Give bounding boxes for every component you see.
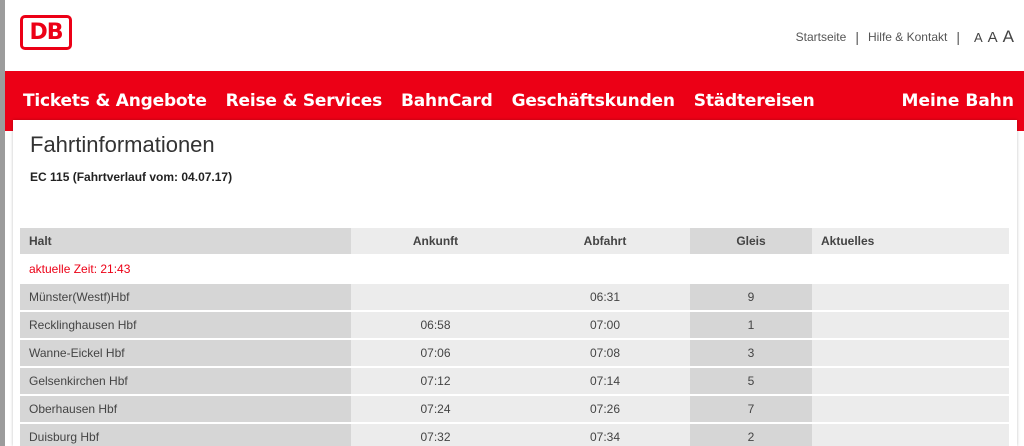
current-info: [812, 312, 1009, 338]
db-logo-text: DB: [29, 20, 63, 45]
column-header-abfahrt: Abfahrt: [520, 228, 690, 254]
nav-meine-bahn[interactable]: Meine Bahn: [902, 91, 1014, 111]
content-panel: Fahrtinformationen EC 115 (Fahrtverlauf …: [13, 120, 1017, 446]
table-header: Halt Ankunft Abfahrt Gleis Aktuelles: [20, 228, 1009, 254]
platform: 2: [690, 424, 812, 446]
station-name: Duisburg Hbf: [20, 424, 351, 446]
current-info: [812, 396, 1009, 422]
arrival-time: 07:24: [351, 396, 520, 422]
current-info: [812, 424, 1009, 446]
column-header-gleis: Gleis: [690, 228, 812, 254]
current-info: [812, 284, 1009, 310]
station-name: Oberhausen Hbf: [20, 396, 351, 422]
arrival-time: 06:58: [351, 312, 520, 338]
nav-reise-services[interactable]: Reise & Services: [226, 91, 383, 111]
column-header-halt: Halt: [20, 228, 351, 254]
nav-geschaeftskunden[interactable]: Geschäftskunden: [512, 91, 675, 111]
font-size-small-button[interactable]: A: [974, 30, 983, 45]
link-startseite[interactable]: Startseite: [796, 30, 847, 44]
nav-bahncard[interactable]: BahnCard: [401, 91, 493, 111]
nav-tickets-angebote[interactable]: Tickets & Angebote: [23, 91, 207, 111]
station-name: Münster(Westf)Hbf: [20, 284, 351, 310]
station-name: Wanne-Eickel Hbf: [20, 340, 351, 366]
current-info: [812, 340, 1009, 366]
column-header-aktuelles: Aktuelles: [812, 228, 1009, 254]
station-name: Recklinghausen Hbf: [20, 312, 351, 338]
platform: 7: [690, 396, 812, 422]
arrival-time: 07:32: [351, 424, 520, 446]
departure-time: 06:31: [520, 284, 690, 310]
platform: 1: [690, 312, 812, 338]
column-header-ankunft: Ankunft: [351, 228, 520, 254]
divider: |: [855, 29, 859, 45]
page-title: Fahrtinformationen: [30, 132, 215, 157]
link-hilfe-kontakt[interactable]: Hilfe & Kontakt: [868, 30, 947, 44]
table-row: Wanne-Eickel Hbf 07:06 07:08 3: [20, 340, 1009, 366]
departure-time: 07:26: [520, 396, 690, 422]
platform: 5: [690, 368, 812, 394]
departure-time: 07:34: [520, 424, 690, 446]
route-table: Halt Ankunft Abfahrt Gleis Aktuelles akt…: [20, 228, 1009, 446]
table-row: Oberhausen Hbf 07:24 07:26 7: [20, 396, 1009, 422]
nav-staedtereisen[interactable]: Städtereisen: [694, 91, 815, 111]
departure-time: 07:00: [520, 312, 690, 338]
current-info: [812, 368, 1009, 394]
arrival-time: 07:06: [351, 340, 520, 366]
station-name: Gelsenkirchen Hbf: [20, 368, 351, 394]
arrival-time: [351, 284, 520, 310]
utility-links: Startseite | Hilfe & Kontakt | A A A: [796, 27, 1014, 47]
font-size-large-button[interactable]: A: [1003, 27, 1014, 47]
table-row: Recklinghausen Hbf 06:58 07:00 1: [20, 312, 1009, 338]
departure-time: 07:14: [520, 368, 690, 394]
table-row: Münster(Westf)Hbf 06:31 9: [20, 284, 1009, 310]
platform: 3: [690, 340, 812, 366]
divider: |: [956, 29, 960, 45]
font-size-medium-button[interactable]: A: [988, 29, 998, 46]
top-bar: DB Startseite | Hilfe & Kontakt | A A A: [5, 0, 1024, 71]
table-row: Duisburg Hbf 07:32 07:34 2: [20, 424, 1009, 446]
platform: 9: [690, 284, 812, 310]
departure-time: 07:08: [520, 340, 690, 366]
train-info: EC 115 (Fahrtverlauf vom: 04.07.17): [30, 170, 233, 184]
current-time: aktuelle Zeit: 21:43: [29, 262, 131, 276]
table-row: Gelsenkirchen Hbf 07:12 07:14 5: [20, 368, 1009, 394]
db-logo[interactable]: DB: [20, 15, 72, 50]
arrival-time: 07:12: [351, 368, 520, 394]
